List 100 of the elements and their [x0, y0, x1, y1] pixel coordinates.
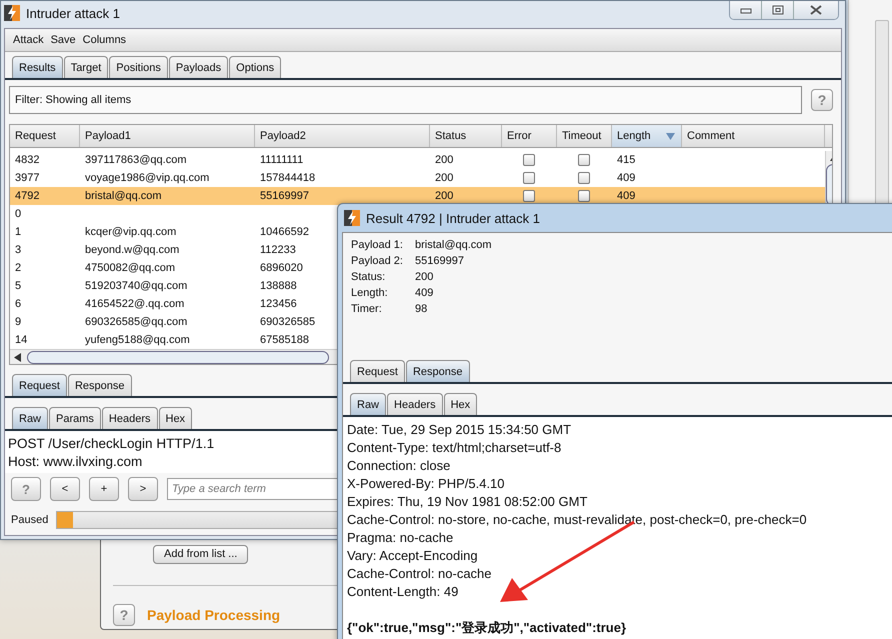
table-cell: 9 [15, 316, 22, 328]
field-value: 55169997 [415, 255, 465, 268]
menu-item[interactable]: Save [50, 34, 76, 46]
field-label: Payload 1: [351, 239, 404, 252]
table-cell: 138888 [260, 280, 297, 292]
checkbox[interactable] [523, 190, 535, 202]
table-cell: 4750082@qq.com [85, 262, 176, 274]
tab[interactable]: Positions [109, 56, 168, 78]
scroll-left-icon [14, 352, 21, 362]
search-nav-button[interactable]: + [89, 477, 119, 501]
tab[interactable]: Response [68, 374, 132, 396]
menu-item[interactable]: Columns [82, 34, 126, 46]
lightning-icon [4, 5, 20, 21]
tab[interactable]: Hex [444, 393, 478, 415]
column-header[interactable]: Payload2 [255, 125, 430, 147]
field-value: bristal@qq.com [415, 239, 493, 252]
field-label: Length: [351, 287, 389, 300]
table-cell: 519203740@qq.com [85, 280, 188, 292]
search-nav-button[interactable]: > [128, 477, 158, 501]
table-cell: 690326585@qq.com [85, 316, 188, 328]
column-label: Timeout [562, 130, 602, 142]
table-cell: 41654522@.qq.com [85, 298, 184, 310]
tab[interactable]: Hex [158, 407, 192, 429]
tab[interactable]: Request [12, 374, 67, 396]
table-cell: 397117863@qq.com [85, 154, 186, 166]
response-line: Pragma: no-cache [347, 529, 454, 547]
field-label: Timer: [351, 303, 383, 316]
request-line: Host: www.ilvxing.com [8, 453, 142, 471]
table-cell: 3977 [15, 172, 40, 184]
minimize-icon [740, 6, 752, 14]
table-cell: 200 [435, 190, 454, 202]
table-cell: 3 [15, 244, 22, 256]
table-cell: 14 [15, 334, 28, 346]
table-cell: voyage1986@vip.qq.com [85, 172, 210, 184]
column-label: Length [617, 130, 651, 142]
column-header[interactable]: Status [430, 125, 502, 147]
column-header[interactable]: Error [502, 125, 557, 147]
tab[interactable]: Raw [350, 393, 386, 415]
table-cell: 6 [15, 298, 22, 310]
table-row[interactable]: 3977 voyage1986@vip.qq.com 157844418 200 409 [10, 169, 825, 187]
tab[interactable]: Results [12, 56, 63, 78]
table-cell: beyond.w@qq.com [85, 244, 180, 256]
table-cell: 6896020 [260, 262, 303, 274]
response-line: Expires: Thu, 19 Nov 1981 08:52:00 GMT [347, 493, 588, 511]
column-header[interactable]: Request [10, 125, 80, 147]
field-label: Payload 2: [351, 255, 404, 268]
tab[interactable]: Headers [102, 407, 158, 429]
add-from-list-button[interactable]: Add from list ... [153, 545, 248, 564]
table-cell: 4832 [15, 154, 40, 166]
table-cell: 200 [435, 154, 454, 166]
column-label: Request [15, 130, 56, 142]
menu-item[interactable]: Attack [13, 34, 44, 46]
tab[interactable]: Headers [387, 393, 443, 415]
maximize-icon [772, 5, 784, 15]
lightning-icon [344, 210, 360, 226]
response-line: Content-Type: text/html;charset=utf-8 [347, 439, 562, 457]
column-label: Payload1 [85, 130, 131, 142]
maximize-button[interactable] [762, 1, 794, 19]
response-line: Vary: Accept-Encoding [347, 547, 478, 565]
checkbox[interactable] [523, 154, 535, 166]
sort-descending-icon [666, 132, 675, 140]
table-cell: 157844418 [260, 172, 316, 184]
table-cell: 4792 [15, 190, 40, 202]
close-button[interactable] [794, 1, 838, 19]
table-cell: 112233 [260, 244, 296, 256]
column-header[interactable]: Payload1 [80, 125, 255, 147]
search-nav-button[interactable]: < [50, 477, 80, 501]
checkbox[interactable] [578, 172, 590, 184]
checkbox[interactable] [523, 172, 535, 184]
response-line: Date: Tue, 29 Sep 2015 15:34:50 GMT [347, 421, 572, 439]
tab[interactable]: Options [229, 56, 282, 78]
column-label: Error [507, 130, 532, 142]
tab[interactable]: Response [406, 360, 470, 382]
table-cell: 5 [15, 280, 22, 292]
field-label: Status: [351, 271, 386, 284]
checkbox[interactable] [578, 154, 590, 166]
table-cell: 2 [15, 262, 22, 274]
status-label: Paused [11, 514, 48, 526]
tab[interactable]: Params [49, 407, 101, 429]
table-cell: 415 [617, 154, 636, 166]
table-cell: 55169997 [260, 190, 309, 202]
table-cell: 1 [15, 226, 22, 238]
column-header[interactable]: Comment [682, 125, 825, 147]
response-line: Connection: close [347, 457, 450, 475]
table-cell: 200 [435, 172, 454, 184]
tab[interactable]: Payloads [168, 56, 228, 78]
table-cell: 10466592 [260, 226, 309, 238]
table-row[interactable]: 4832 397117863@qq.com 11111111 200 415 [10, 151, 825, 169]
table-cell: yufeng5188@qq.com [85, 334, 190, 346]
table-cell: 409 [617, 190, 636, 202]
tab[interactable]: Raw [12, 407, 48, 429]
field-value: 409 [415, 287, 434, 300]
column-header[interactable]: Length [612, 125, 682, 147]
table-row[interactable]: 4792 bristal@qq.com 55169997 200 409 [10, 187, 825, 205]
tab[interactable]: Target [64, 56, 108, 78]
filter-bar[interactable]: Filter: Showing all items [9, 86, 802, 114]
minimize-button[interactable] [730, 1, 762, 19]
tab[interactable]: Request [350, 360, 405, 382]
checkbox[interactable] [578, 190, 590, 202]
response-line: Content-Length: 49 [347, 583, 458, 601]
